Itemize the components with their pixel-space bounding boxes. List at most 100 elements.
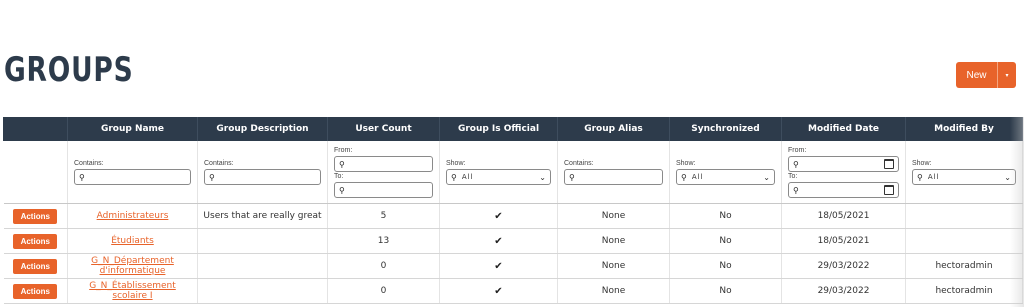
modified-date-to-input[interactable]: ⚲ <box>788 182 899 198</box>
filter-cell-modified-date: From: ⚲ To: ⚲ <box>781 141 906 204</box>
group-name-line: scolaire I <box>112 291 153 301</box>
col-header-modified-by[interactable]: Modified By <box>905 117 1023 141</box>
calendar-icon[interactable] <box>884 159 894 169</box>
group-name-filter-input[interactable]: ⚲ <box>74 169 191 185</box>
search-icon: ⚲ <box>339 159 345 169</box>
filter-row: Contains: ⚲ Contains: ⚲ From: ⚲ To: ⚲ Sh… <box>3 141 1023 204</box>
modified-by-cell: hectoradmin <box>905 253 1023 279</box>
actions-button[interactable]: Actions <box>13 208 58 224</box>
modified-date-from-input[interactable]: ⚲ <box>788 156 899 172</box>
group-name-cell: Administrateurs <box>67 203 198 229</box>
search-icon: ⚲ <box>209 172 215 182</box>
filter-cell-group-name: Contains: ⚲ <box>67 141 198 204</box>
actions-cell: Actions <box>3 203 68 229</box>
checkmark-icon: ✔ <box>439 278 558 304</box>
modified-date-cell: 29/03/2022 <box>781 253 906 279</box>
group-description-filter-input[interactable]: ⚲ <box>204 169 321 185</box>
select-value: All <box>927 173 940 181</box>
filter-show-label: Show: <box>912 160 932 167</box>
synchronized-filter-select[interactable]: ⚲ All ⌄ <box>676 169 775 185</box>
calendar-icon[interactable] <box>884 185 894 195</box>
group-alias-filter-input[interactable]: ⚲ <box>564 169 663 185</box>
search-icon: ⚲ <box>793 185 799 195</box>
search-icon: ⚲ <box>79 172 85 182</box>
filter-label: Contains: <box>564 160 594 167</box>
filter-label: Contains: <box>74 160 104 167</box>
group-name-cell: G_N_Établissement scolaire I <box>67 278 198 304</box>
select-value: All <box>461 173 474 181</box>
col-header-group-name[interactable]: Group Name <box>67 117 198 141</box>
filter-show-label: Show: <box>676 160 696 167</box>
synchronized-cell: No <box>669 228 782 254</box>
modified-date-cell: 29/03/2022 <box>781 278 906 304</box>
group-description-cell: Users that are really great <box>197 203 328 229</box>
new-dropdown-caret-icon[interactable]: ▾ <box>998 72 1016 79</box>
group-description-cell <box>197 228 328 254</box>
group-is-official-filter-select[interactable]: ⚲ All ⌄ <box>446 169 551 185</box>
filter-cell-synchronized: Show: ⚲ All ⌄ <box>669 141 782 204</box>
filter-cell-group-description: Contains: ⚲ <box>197 141 328 204</box>
filter-cell-modified-by: Show: ⚲ All ⌄ <box>905 141 1023 204</box>
filter-from-label: From: <box>788 147 807 154</box>
group-name-line: G_N_Établissement <box>89 281 176 291</box>
synchronized-cell: No <box>669 253 782 279</box>
search-icon: ⚲ <box>569 172 575 182</box>
col-header-actions <box>3 117 68 141</box>
checkmark-icon: ✔ <box>439 253 558 279</box>
group-name-link[interactable]: G_N_Département d'informatique <box>91 256 174 276</box>
filter-from-label: From: <box>334 147 353 154</box>
table-header-row: Group Name Group Description User Count … <box>3 117 1023 141</box>
chevron-down-icon: ⌄ <box>763 172 770 182</box>
group-alias-cell: None <box>557 278 670 304</box>
group-name-cell: Étudiants <box>67 228 198 254</box>
select-value: All <box>691 173 704 181</box>
col-header-synchronized[interactable]: Synchronized <box>669 117 782 141</box>
group-name-link[interactable]: Administrateurs <box>97 211 169 221</box>
group-name-link[interactable]: Étudiants <box>111 236 154 246</box>
actions-cell: Actions <box>3 253 68 279</box>
col-header-group-description[interactable]: Group Description <box>197 117 328 141</box>
search-icon: ⚲ <box>793 159 799 169</box>
col-header-group-alias[interactable]: Group Alias <box>557 117 670 141</box>
col-header-modified-date[interactable]: Modified Date <box>781 117 906 141</box>
modified-by-filter-select[interactable]: ⚲ All ⌄ <box>912 169 1016 185</box>
user-count-from-input[interactable]: ⚲ <box>334 156 433 172</box>
group-name-line: G_N_Département <box>91 256 174 266</box>
filter-cell-group-alias: Contains: ⚲ <box>557 141 670 204</box>
table-row: Actions G_N_Établissement scolaire I 0 ✔ … <box>3 278 1023 304</box>
new-button[interactable]: New ▾ <box>956 62 1016 88</box>
checkmark-icon: ✔ <box>439 228 558 254</box>
new-button-label[interactable]: New <box>956 70 997 81</box>
filter-to-label: To: <box>788 173 798 180</box>
groups-table: Group Name Group Description User Count … <box>3 117 1023 304</box>
filter-label: Contains: <box>204 160 234 167</box>
group-alias-cell: None <box>557 203 670 229</box>
chevron-down-icon: ⌄ <box>539 172 546 182</box>
modified-date-cell: 18/05/2021 <box>781 228 906 254</box>
group-name-line: d'informatique <box>99 266 166 276</box>
filter-show-label: Show: <box>446 160 466 167</box>
actions-button[interactable]: Actions <box>13 233 58 249</box>
actions-button[interactable]: Actions <box>13 283 58 299</box>
synchronized-cell: No <box>669 203 782 229</box>
modified-by-cell: hectoradmin <box>905 278 1023 304</box>
actions-button[interactable]: Actions <box>13 258 58 274</box>
search-icon: ⚲ <box>451 172 457 182</box>
group-name-line: Étudiants <box>111 236 154 246</box>
page-title: GROUPS <box>4 50 134 90</box>
table-row: Actions Étudiants 13 ✔ None No 18/05/202… <box>3 228 1023 254</box>
group-name-link[interactable]: G_N_Établissement scolaire I <box>89 281 176 301</box>
user-count-cell: 13 <box>327 228 440 254</box>
user-count-to-input[interactable]: ⚲ <box>334 182 433 198</box>
group-alias-cell: None <box>557 253 670 279</box>
checkmark-icon: ✔ <box>439 203 558 229</box>
modified-by-cell <box>905 203 1023 229</box>
table-row: Actions G_N_Département d'informatique 0 … <box>3 253 1023 279</box>
search-icon: ⚲ <box>339 185 345 195</box>
user-count-cell: 0 <box>327 253 440 279</box>
col-header-user-count[interactable]: User Count <box>327 117 440 141</box>
col-header-group-is-official[interactable]: Group Is Official <box>439 117 558 141</box>
actions-cell: Actions <box>3 278 68 304</box>
table-row: Actions Administrateurs Users that are r… <box>3 203 1023 229</box>
filter-cell-group-is-official: Show: ⚲ All ⌄ <box>439 141 558 204</box>
